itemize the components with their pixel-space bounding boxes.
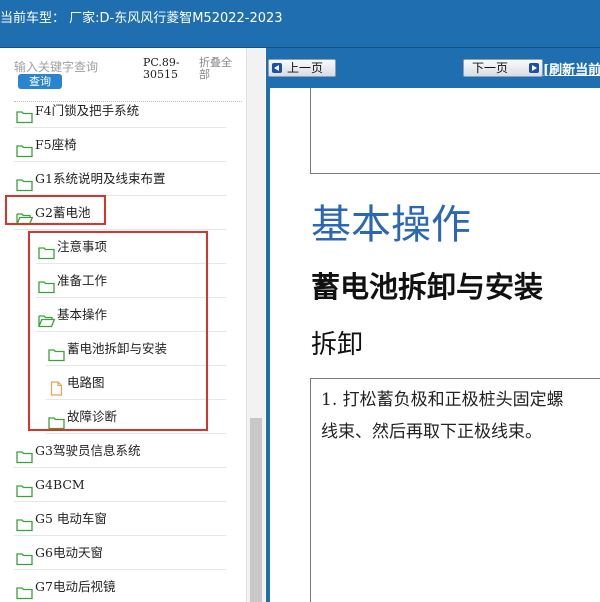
folder-closed-icon xyxy=(16,103,33,124)
top-bar: 当前车型： 厂家:D-东风风行菱智M52022-2023 xyxy=(0,0,600,48)
tree-item-label: G1系统说明及线束布置 xyxy=(35,171,166,186)
tree-item[interactable]: F5座椅 xyxy=(14,128,226,162)
folder-closed-icon xyxy=(16,443,33,464)
folder-closed-icon xyxy=(16,511,33,532)
folder-closed-icon xyxy=(16,137,33,158)
tree-scrollbar[interactable] xyxy=(246,48,265,602)
tree-item-label: G6电动天窗 xyxy=(35,545,103,560)
document-viewer: 基本操作 蓄电池拆卸与安装 拆卸 1. 打松蓄负极和正极桩头固定螺 线束、然后再… xyxy=(266,88,600,602)
previous-table-box xyxy=(310,88,600,174)
folder-closed-icon xyxy=(16,579,33,600)
tree-item[interactable]: G7电动后视镜 xyxy=(14,570,226,602)
tree-item[interactable]: G3驾驶员信息系统 xyxy=(14,434,226,468)
tree-item-label: G3驾驶员信息系统 xyxy=(35,443,141,458)
tree-item-label: G4BCM xyxy=(35,477,85,492)
page-title: 蓄电池拆卸与安装 xyxy=(311,270,544,304)
tree-item[interactable]: G4BCM xyxy=(14,468,226,502)
tree-item[interactable]: G6电动天窗 xyxy=(14,536,226,570)
next-page-button[interactable]: 下一页 xyxy=(463,59,543,77)
tree-item-label: F4门锁及把手系统 xyxy=(35,103,140,118)
collapse-all-link[interactable]: 折叠全部 xyxy=(199,57,239,81)
step-text-line: 1. 打松蓄负极和正极桩头固定螺 xyxy=(321,390,564,410)
doc-code: PC.89-30515 xyxy=(143,56,180,81)
highlight-box-g2 xyxy=(5,195,106,225)
step-text-line: 线束、然后再取下正极线束。 xyxy=(321,422,542,442)
tree-item[interactable]: F4门锁及把手系统 xyxy=(14,94,226,128)
search-area: 查询 PC.89-30515 折叠全部 xyxy=(0,48,245,100)
tree-item-label: F5座椅 xyxy=(35,137,77,152)
next-page-label: 下一页 xyxy=(472,61,509,75)
prev-page-button[interactable]: 上一页 xyxy=(268,59,336,77)
scroll-thumb[interactable] xyxy=(250,418,262,602)
folder-closed-icon xyxy=(16,545,33,566)
tree-item[interactable]: G1系统说明及线束布置 xyxy=(14,162,226,196)
arrow-right-icon xyxy=(529,63,539,73)
search-button[interactable]: 查询 xyxy=(18,74,62,89)
highlight-box-children xyxy=(28,231,208,431)
tree-item-label: G5 电动车窗 xyxy=(35,511,107,526)
folder-closed-icon xyxy=(16,477,33,498)
section-heading: 基本操作 xyxy=(311,202,471,248)
refresh-link[interactable]: [刷新当前 xyxy=(543,59,600,78)
step-box: 1. 打松蓄负极和正极桩头固定螺 线束、然后再取下正极线束。 xyxy=(310,378,600,602)
tree-item[interactable]: G5 电动车窗 xyxy=(14,502,226,536)
tree-item-label: G7电动后视镜 xyxy=(35,579,116,594)
arrow-left-icon xyxy=(272,63,282,73)
vehicle-info: 当前车型： 厂家:D-东风风行菱智M52022-2023 xyxy=(0,11,283,26)
prev-page-label: 上一页 xyxy=(287,61,324,75)
folder-closed-icon xyxy=(16,171,33,192)
sub-heading: 拆卸 xyxy=(311,330,364,360)
